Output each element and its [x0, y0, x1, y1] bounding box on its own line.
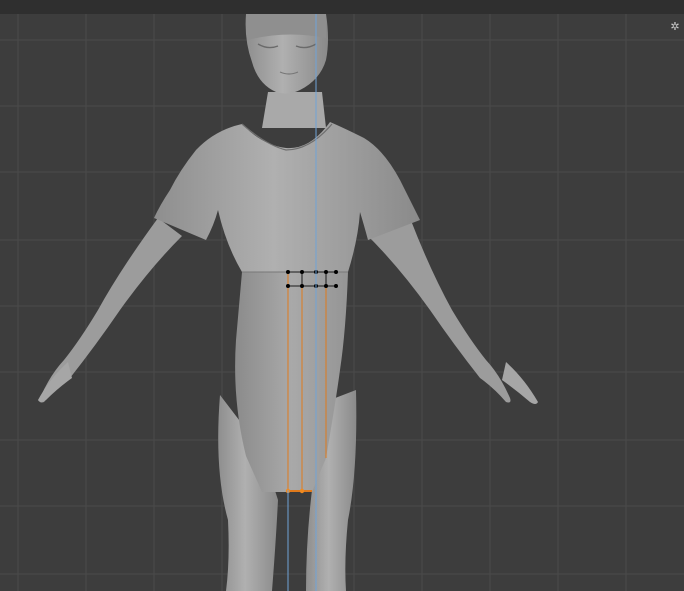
selected-vertex[interactable]: [299, 488, 305, 494]
vertex[interactable]: [300, 270, 304, 274]
vertex[interactable]: [286, 284, 290, 288]
vertex[interactable]: [286, 270, 290, 274]
3d-viewport[interactable]: ✲: [0, 0, 684, 591]
vertex[interactable]: [334, 270, 338, 274]
vertex[interactable]: [324, 284, 328, 288]
navigation-gizmo-icon[interactable]: ✲: [668, 20, 682, 34]
left-hand: [38, 362, 72, 402]
right-arm: [368, 218, 511, 403]
vertex[interactable]: [334, 284, 338, 288]
vertex[interactable]: [300, 284, 304, 288]
vertex[interactable]: [324, 270, 328, 274]
viewport-scene[interactable]: [0, 0, 684, 591]
shirt: [154, 122, 420, 272]
